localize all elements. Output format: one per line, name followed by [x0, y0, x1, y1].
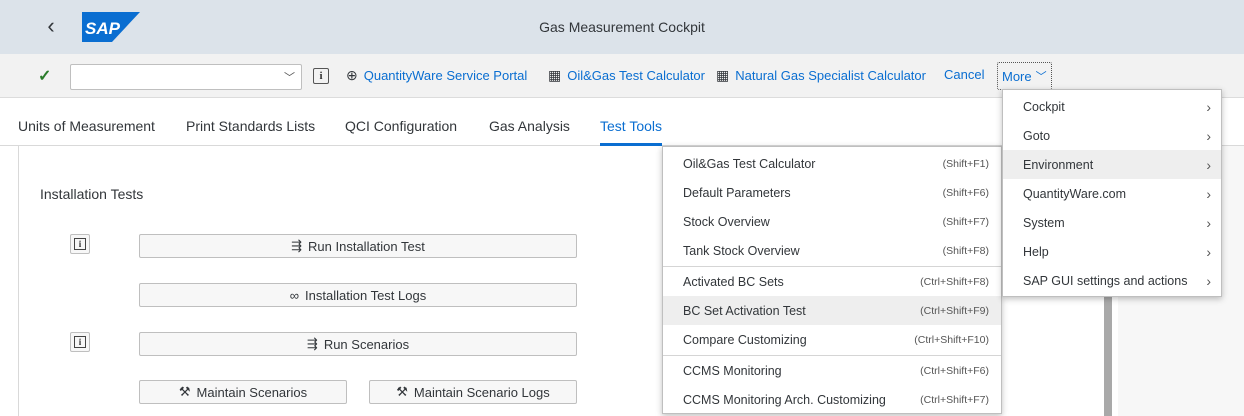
more-button[interactable]: More ﹀	[997, 62, 1052, 90]
back-icon[interactable]: ‹	[36, 11, 66, 41]
tab-units-of-measurement[interactable]: Units of Measurement	[18, 118, 155, 134]
installation-test-logs-button[interactable]: ∞ Installation Test Logs	[139, 283, 577, 307]
ng-calculator-button[interactable]: ▦ Natural Gas Specialist Calculator	[716, 67, 926, 84]
run-scenarios-button[interactable]: ⇶ Run Scenarios	[139, 332, 577, 356]
run-icon: ⇶	[306, 336, 318, 351]
chevron-right-icon: ›	[1206, 98, 1211, 115]
menu-item-sap-gui-settings[interactable]: SAP GUI settings and actions ›	[1003, 266, 1221, 295]
glasses-icon: ∞	[289, 287, 300, 303]
run-icon: ⇶	[291, 238, 303, 253]
tab-print-standards-lists[interactable]: Print Standards Lists	[186, 118, 315, 134]
chevron-right-icon: ›	[1206, 156, 1211, 173]
menu-item-environment[interactable]: Environment ›	[1003, 150, 1221, 179]
menu-item-oil-gas-test-calculator[interactable]: Oil&Gas Test Calculator (Shift+F1)	[663, 149, 1001, 178]
info-icon[interactable]: i	[313, 68, 329, 84]
menu-item-compare-customizing[interactable]: Compare Customizing (Ctrl+Shift+F10)	[663, 325, 1001, 354]
service-portal-label: QuantityWare Service Portal	[363, 68, 528, 83]
command-field[interactable]: ﹀	[70, 64, 302, 90]
wrench-icon: ⚒	[178, 384, 191, 399]
menu-item-system[interactable]: System ›	[1003, 208, 1221, 237]
chevron-right-icon: ›	[1206, 214, 1211, 231]
run-installation-test-label: Run Installation Test	[308, 238, 425, 254]
run-installation-test-button[interactable]: ⇶ Run Installation Test	[139, 234, 577, 258]
calculator-icon: ▦	[548, 67, 562, 83]
page-title: Gas Measurement Cockpit	[539, 19, 705, 35]
chevron-down-icon: ﹀	[1035, 71, 1047, 83]
maintain-scenarios-button[interactable]: ⚒ Maintain Scenarios	[139, 380, 347, 404]
sap-logo: SAP	[82, 12, 140, 42]
menu-item-quantityware-com[interactable]: QuantityWare.com ›	[1003, 179, 1221, 208]
info-icon: i	[74, 336, 86, 348]
cancel-button[interactable]: Cancel	[944, 67, 984, 82]
test-calculator-button[interactable]: ▦ Oil&Gas Test Calculator	[548, 67, 705, 84]
maintain-scenario-logs-button[interactable]: ⚒ Maintain Scenario Logs	[369, 380, 577, 404]
menu-item-activated-bc-sets[interactable]: Activated BC Sets (Ctrl+Shift+F8)	[663, 267, 1001, 296]
ng-calculator-label: Natural Gas Specialist Calculator	[735, 68, 926, 83]
chevron-right-icon: ›	[1206, 185, 1211, 202]
installation-test-logs-label: Installation Test Logs	[305, 287, 427, 303]
test-calculator-label: Oil&Gas Test Calculator	[567, 68, 705, 83]
globe-icon: ⊕	[346, 67, 358, 83]
more-label: More	[1002, 68, 1032, 84]
menu-item-default-parameters[interactable]: Default Parameters (Shift+F6)	[663, 178, 1001, 207]
chevron-right-icon: ›	[1206, 243, 1211, 260]
menu-item-ccms-monitoring-arch-customizing[interactable]: CCMS Monitoring Arch. Customizing (Ctrl+…	[663, 385, 1001, 414]
run-scenarios-label: Run Scenarios	[323, 336, 410, 352]
sap-logo-text: SAP	[85, 19, 121, 38]
menu-item-help[interactable]: Help ›	[1003, 237, 1221, 266]
info-button[interactable]: i	[70, 234, 90, 254]
chevron-right-icon: ›	[1206, 272, 1211, 289]
section-title: Installation Tests	[40, 186, 144, 202]
environment-submenu: Oil&Gas Test Calculator (Shift+F1) Defau…	[662, 146, 1002, 414]
service-portal-button[interactable]: ⊕ QuantityWare Service Portal	[346, 67, 527, 84]
menu-item-bc-set-activation-test[interactable]: BC Set Activation Test (Ctrl+Shift+F9)	[663, 296, 1001, 325]
info-icon: i	[74, 238, 86, 250]
checkmark-icon[interactable]: ✓	[38, 66, 51, 86]
menu-item-stock-overview[interactable]: Stock Overview (Shift+F7)	[663, 207, 1001, 236]
command-input[interactable]	[71, 65, 271, 89]
maintain-scenarios-label: Maintain Scenarios	[196, 384, 308, 400]
more-menu: Cockpit › Goto › Environment › QuantityW…	[1002, 89, 1222, 297]
menu-item-ccms-monitoring[interactable]: CCMS Monitoring (Ctrl+Shift+F6)	[663, 356, 1001, 385]
maintain-scenario-logs-label: Maintain Scenario Logs	[413, 384, 550, 400]
info-button[interactable]: i	[70, 332, 90, 352]
tab-test-tools[interactable]: Test Tools	[600, 118, 662, 134]
menu-item-cockpit[interactable]: Cockpit ›	[1003, 92, 1221, 121]
tab-qci-configuration[interactable]: QCI Configuration	[345, 118, 457, 134]
tab-gas-analysis[interactable]: Gas Analysis	[489, 118, 570, 134]
calculator-icon: ▦	[716, 67, 730, 83]
chevron-down-icon[interactable]: ﹀	[284, 69, 295, 85]
chevron-right-icon: ›	[1206, 127, 1211, 144]
menu-item-goto[interactable]: Goto ›	[1003, 121, 1221, 150]
menu-item-tank-stock-overview[interactable]: Tank Stock Overview (Shift+F8)	[663, 236, 1001, 265]
shell-bar: ‹ SAP Gas Measurement Cockpit	[0, 0, 1244, 54]
wrench-icon: ⚒	[396, 384, 408, 399]
